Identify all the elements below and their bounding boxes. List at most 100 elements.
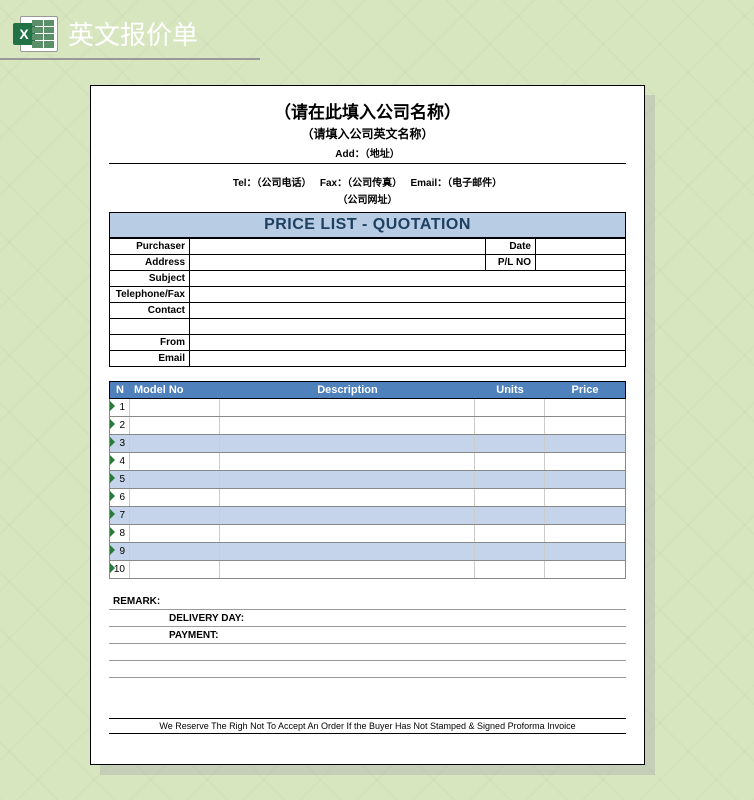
row-model[interactable] <box>130 453 220 470</box>
company-header: （请在此填入公司名称） （请填入公司英文名称） Add：（地址） Tel：（公司… <box>109 98 626 206</box>
row-price[interactable] <box>545 507 625 524</box>
page-header: 英文报价单 <box>20 15 198 52</box>
excel-icon <box>20 16 58 52</box>
row-desc[interactable] <box>220 399 475 416</box>
title-underline <box>0 58 260 60</box>
subject-label: Subject <box>110 271 190 287</box>
email-value[interactable] <box>190 351 626 367</box>
row-n: 1 <box>110 399 130 416</box>
table-row[interactable]: 5 <box>109 471 626 489</box>
row-units[interactable] <box>475 507 545 524</box>
date-label: Date <box>486 239 536 255</box>
col-price-header: Price <box>545 382 625 398</box>
col-units-header: Units <box>475 382 545 398</box>
sheet-title: PRICE LIST - QUOTATION <box>109 212 626 238</box>
row-price[interactable] <box>545 435 625 452</box>
row-model[interactable] <box>130 399 220 416</box>
row-n: 4 <box>110 453 130 470</box>
row-price[interactable] <box>545 399 625 416</box>
subject-value[interactable] <box>190 271 626 287</box>
col-n-header: N <box>110 382 130 398</box>
items-body: 12345678910 <box>109 399 626 579</box>
row-desc[interactable] <box>220 525 475 542</box>
info-table: Purchaser Date Address P/L NO Subject Te… <box>109 238 626 367</box>
row-units[interactable] <box>475 435 545 452</box>
row-model[interactable] <box>130 543 220 560</box>
company-fax: Fax：（公司传真） <box>320 178 402 189</box>
row-desc[interactable] <box>220 561 475 578</box>
address-value[interactable] <box>190 255 486 271</box>
row-model[interactable] <box>130 489 220 506</box>
row-desc[interactable] <box>220 543 475 560</box>
table-row[interactable]: 8 <box>109 525 626 543</box>
table-row[interactable]: 6 <box>109 489 626 507</box>
payment-label: PAYMENT: <box>109 630 218 641</box>
footer-note: We Reserve The Righ Not To Accept An Ord… <box>109 718 626 734</box>
items-header: N Model No Description Units Price <box>109 381 626 399</box>
contact-label: Contact <box>110 303 190 319</box>
company-email: Email：（电子邮件） <box>410 178 502 189</box>
table-row[interactable]: 3 <box>109 435 626 453</box>
from-label: From <box>110 335 190 351</box>
contact-value[interactable] <box>190 303 626 319</box>
col-model-header: Model No <box>130 382 220 398</box>
row-price[interactable] <box>545 543 625 560</box>
from-value[interactable] <box>190 335 626 351</box>
row-model[interactable] <box>130 525 220 542</box>
company-name-cn: （请在此填入公司名称） <box>109 98 626 123</box>
page-title: 英文报价单 <box>68 15 198 52</box>
row-n: 10 <box>110 561 130 578</box>
row-units[interactable] <box>475 399 545 416</box>
row-n: 5 <box>110 471 130 488</box>
row-price[interactable] <box>545 525 625 542</box>
table-row[interactable]: 7 <box>109 507 626 525</box>
row-desc[interactable] <box>220 453 475 470</box>
row-n: 2 <box>110 417 130 434</box>
company-contact-line: Tel：（公司电话） Fax：（公司传真） Email：（电子邮件） <box>109 174 626 189</box>
row-desc[interactable] <box>220 435 475 452</box>
row-units[interactable] <box>475 561 545 578</box>
row-n: 3 <box>110 435 130 452</box>
row-n: 9 <box>110 543 130 560</box>
row-model[interactable] <box>130 507 220 524</box>
row-desc[interactable] <box>220 471 475 488</box>
row-model[interactable] <box>130 417 220 434</box>
row-price[interactable] <box>545 417 625 434</box>
plno-label: P/L NO <box>486 255 536 271</box>
telfax-value[interactable] <box>190 287 626 303</box>
purchaser-label: Purchaser <box>110 239 190 255</box>
row-model[interactable] <box>130 471 220 488</box>
table-row[interactable]: 1 <box>109 399 626 417</box>
row-price[interactable] <box>545 489 625 506</box>
document: （请在此填入公司名称） （请填入公司英文名称） Add：（地址） Tel：（公司… <box>90 85 645 765</box>
row-units[interactable] <box>475 471 545 488</box>
delivery-label: DELIVERY DAY: <box>109 613 244 624</box>
row-price[interactable] <box>545 561 625 578</box>
plno-value[interactable] <box>536 255 626 271</box>
row-price[interactable] <box>545 453 625 470</box>
table-row[interactable]: 2 <box>109 417 626 435</box>
row-units[interactable] <box>475 543 545 560</box>
row-desc[interactable] <box>220 489 475 506</box>
table-row[interactable]: 4 <box>109 453 626 471</box>
table-row[interactable]: 10 <box>109 561 626 579</box>
date-value[interactable] <box>536 239 626 255</box>
row-model[interactable] <box>130 561 220 578</box>
company-website: （公司网址） <box>109 191 626 206</box>
row-units[interactable] <box>475 453 545 470</box>
row-units[interactable] <box>475 525 545 542</box>
row-units[interactable] <box>475 489 545 506</box>
row-price[interactable] <box>545 471 625 488</box>
company-tel: Tel：（公司电话） <box>233 178 312 189</box>
col-desc-header: Description <box>220 382 475 398</box>
company-address: Add：（地址） <box>109 145 626 160</box>
row-desc[interactable] <box>220 417 475 434</box>
row-units[interactable] <box>475 417 545 434</box>
row-n: 7 <box>110 507 130 524</box>
row-model[interactable] <box>130 435 220 452</box>
email-label: Email <box>110 351 190 367</box>
purchaser-value[interactable] <box>190 239 486 255</box>
row-desc[interactable] <box>220 507 475 524</box>
remark-label: REMARK: <box>109 596 160 607</box>
table-row[interactable]: 9 <box>109 543 626 561</box>
